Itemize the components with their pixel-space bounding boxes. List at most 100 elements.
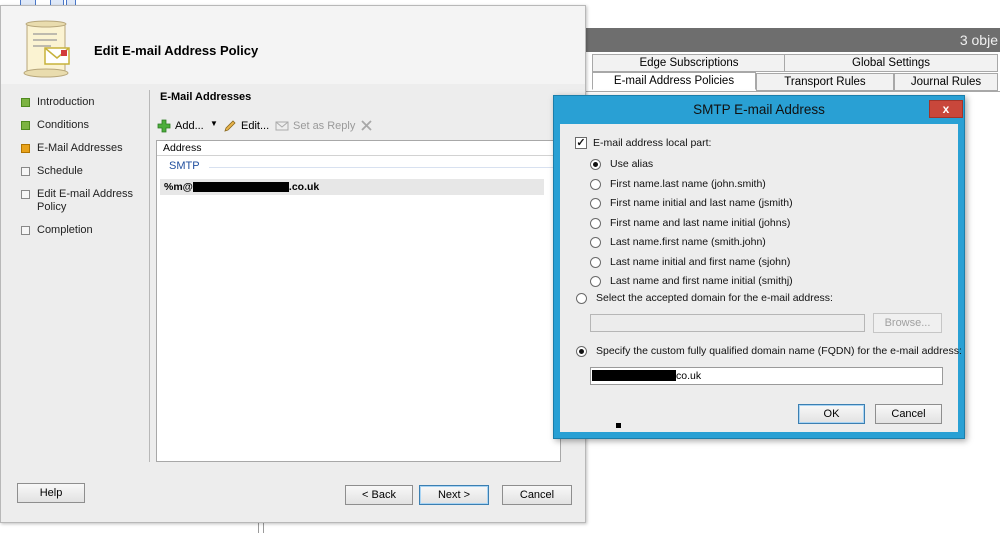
steps-separator — [149, 90, 150, 462]
redacted-domain — [192, 182, 289, 193]
address-suffix: .co.uk — [288, 181, 320, 193]
step-pending-icon — [21, 226, 30, 235]
radio-first-last-initial[interactable]: First name and last name initial (johns) — [590, 217, 790, 229]
dialog-body: ✓ E-mail address local part: Use alias F… — [560, 124, 962, 432]
address-prefix: %m@ — [164, 181, 193, 193]
radio-custom-fqdn[interactable]: Specify the custom fully qualified domai… — [576, 345, 962, 357]
redacted-fqdn — [592, 369, 676, 381]
result-pane-header: 3 obje — [586, 28, 1000, 52]
step-schedule[interactable]: Schedule — [19, 165, 147, 178]
radio-label: Specify the custom fully qualified domai… — [596, 345, 962, 357]
step-label: Introduction — [37, 96, 95, 108]
step-label: Edit E-mail Address Policy — [37, 188, 133, 213]
step-current-icon — [21, 144, 30, 153]
step-pending-icon — [21, 167, 30, 176]
radio-selected-icon — [590, 158, 601, 170]
radio-first-initial-last[interactable]: First name initial and last name (jsmith… — [590, 197, 793, 209]
radio-label: Last name and first name initial (smithj… — [610, 275, 793, 287]
wizard-title: Edit E-mail Address Policy — [94, 43, 259, 58]
remove-button[interactable] — [360, 119, 373, 132]
ok-button[interactable]: OK — [798, 404, 865, 424]
object-count: 3 obje — [959, 32, 998, 48]
step-conditions[interactable]: Conditions — [19, 119, 147, 132]
radio-label: Use alias — [610, 158, 654, 170]
step-label: Schedule — [37, 165, 83, 177]
radio-icon — [590, 217, 601, 229]
step-label: E-Mail Addresses — [37, 142, 123, 154]
tab-global-settings[interactable]: Global Settings — [784, 54, 998, 72]
email-address-list[interactable]: Address SMTP %m@ .co.uk — [156, 140, 561, 462]
set-as-reply-button[interactable]: Set as Reply — [275, 119, 355, 133]
add-button[interactable]: Add... — [157, 119, 204, 133]
column-header-address[interactable]: Address — [157, 141, 560, 156]
radio-first-dot-last[interactable]: First name.last name (john.smith) — [590, 178, 766, 190]
radio-selected-icon — [576, 345, 587, 357]
tab-edge-subscriptions[interactable]: Edge Subscriptions — [592, 54, 786, 72]
step-label: Conditions — [37, 119, 89, 131]
radio-icon — [590, 178, 601, 190]
step-label: Completion — [37, 224, 93, 236]
dialog-title: SMTP E-mail Address — [693, 102, 825, 117]
help-button[interactable]: Help — [17, 483, 85, 503]
radio-label: Last name initial and first name (sjohn) — [610, 256, 791, 268]
section-title: E-Mail Addresses — [160, 91, 252, 103]
add-dropdown-button[interactable]: ▼ — [210, 119, 218, 128]
radio-icon — [590, 236, 601, 248]
close-icon: x — [942, 102, 950, 116]
pencil-icon — [224, 120, 236, 132]
radio-icon — [590, 197, 601, 209]
fqdn-suffix: co.uk — [676, 370, 702, 382]
step-introduction[interactable]: Introduction — [19, 96, 147, 109]
tab-content-border — [586, 91, 1000, 92]
radio-label: Select the accepted domain for the e-mai… — [596, 292, 833, 304]
edit-label: Edit... — [241, 120, 270, 132]
group-header-smtp: SMTP — [169, 160, 200, 172]
accepted-domain-field[interactable] — [590, 314, 865, 332]
local-part-label: E-mail address local part: — [593, 137, 712, 149]
edit-button[interactable]: Edit... — [223, 119, 269, 133]
radio-label: First name and last name initial (johns) — [610, 217, 791, 229]
step-email-addresses[interactable]: E-Mail Addresses — [19, 142, 147, 155]
wizard-header: Edit E-mail Address Policy — [1, 6, 585, 84]
cancel-button[interactable]: Cancel — [502, 485, 572, 505]
browse-button[interactable]: Browse... — [873, 313, 942, 333]
smtp-email-address-dialog: SMTP E-mail Address x ✓ E-mail address l… — [553, 95, 965, 439]
add-label: Add... — [175, 120, 204, 132]
group-header-line — [209, 167, 554, 168]
step-done-icon — [21, 98, 30, 107]
tab-email-address-policies[interactable]: E-mail Address Policies — [592, 72, 756, 90]
policy-scroll-icon — [23, 20, 70, 78]
dropdown-arrow-icon: ▼ — [210, 119, 218, 128]
dialog-cancel-button[interactable]: Cancel — [875, 404, 942, 424]
radio-last-dot-first[interactable]: Last name.first name (smith.john) — [590, 236, 766, 248]
custom-fqdn-field[interactable]: co.uk — [590, 367, 943, 385]
remove-x-icon — [361, 120, 372, 131]
green-plus-icon — [157, 119, 171, 133]
envelope-icon — [275, 121, 289, 131]
local-part-checkbox[interactable]: ✓ E-mail address local part: — [575, 137, 711, 149]
step-completion[interactable]: Completion — [19, 224, 147, 237]
close-button[interactable]: x — [929, 100, 963, 118]
checkbox-checked-icon: ✓ — [575, 137, 587, 149]
radio-label: Last name.first name (smith.john) — [610, 236, 766, 248]
back-button[interactable]: < Back — [345, 485, 413, 505]
radio-icon — [576, 292, 587, 304]
tab-transport-rules[interactable]: Transport Rules — [756, 73, 894, 91]
radio-use-alias[interactable]: Use alias — [590, 158, 653, 170]
radio-last-first-initial[interactable]: Last name and first name initial (smithj… — [590, 275, 793, 287]
step-edit-email-address-policy[interactable]: Edit E-mail Address Policy — [19, 188, 147, 214]
wizard-steps: Introduction Conditions E-Mail Addresses… — [19, 96, 147, 247]
next-button[interactable]: Next > — [419, 485, 489, 505]
radio-accepted-domain[interactable]: Select the accepted domain for the e-mai… — [576, 292, 833, 304]
radio-last-initial-first[interactable]: Last name initial and first name (sjohn) — [590, 256, 790, 268]
radio-label: First name initial and last name (jsmith… — [610, 197, 793, 209]
set-as-reply-label: Set as Reply — [293, 120, 356, 132]
radio-icon — [590, 256, 601, 268]
radio-icon — [590, 275, 601, 287]
address-toolbar: Add... ▼ Edit... Set as Reply — [157, 118, 557, 136]
list-item[interactable]: %m@ .co.uk — [160, 179, 544, 195]
step-pending-icon — [21, 190, 30, 199]
edit-email-address-policy-wizard: Edit E-mail Address Policy Introduction … — [0, 5, 586, 523]
tab-journal-rules[interactable]: Journal Rules — [894, 73, 998, 91]
step-done-icon — [21, 121, 30, 130]
